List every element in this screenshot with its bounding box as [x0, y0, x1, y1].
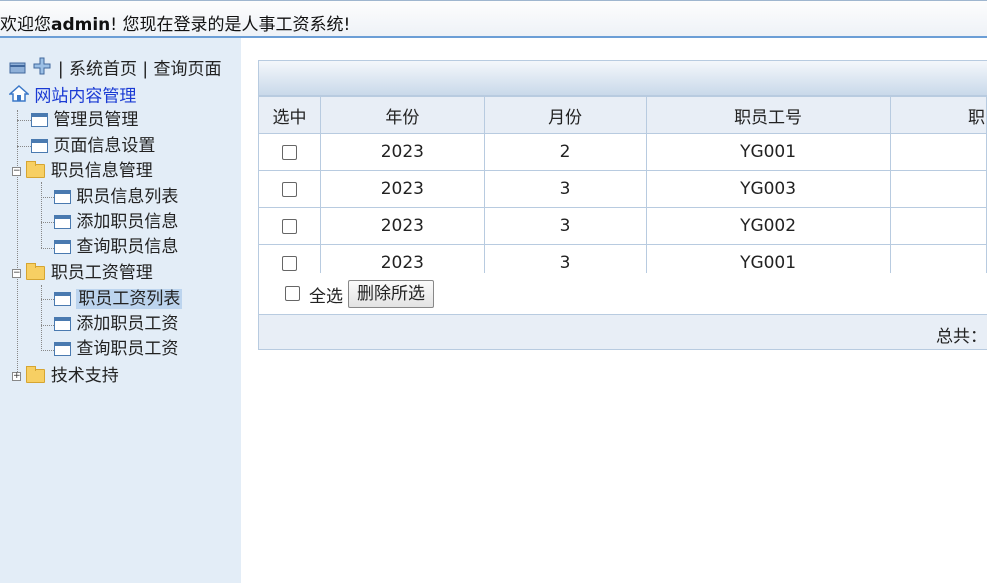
- home-link[interactable]: 系统首页: [69, 60, 137, 80]
- tree-root-label[interactable]: 网站内容管理: [34, 87, 136, 107]
- page-icon: [31, 139, 48, 153]
- sidebar-item-label[interactable]: 职员信息管理: [51, 161, 153, 181]
- cell-year: 2023: [320, 133, 485, 171]
- sidebar-item-label[interactable]: 页面信息设置: [53, 136, 155, 156]
- delete-selected-button[interactable]: 删除所选: [348, 280, 434, 308]
- sidebar-item-salary-list[interactable]: 职员工资列表: [54, 287, 183, 311]
- folder-icon: [26, 366, 46, 383]
- sidebar: | 系统首页 | 查询页面 网站内容管理 管理员管理 页面信息设置 − 职员信息…: [0, 38, 241, 583]
- sidebar-item-label[interactable]: 职员信息列表: [76, 187, 178, 207]
- sidebar-folder-employee-info[interactable]: − 职员信息管理: [12, 159, 153, 183]
- cell-month: 3: [483, 170, 647, 208]
- table-actions: 全选 删除所选: [258, 273, 987, 315]
- sidebar-item-label[interactable]: 查询职员工资: [76, 339, 178, 359]
- page-icon: [54, 317, 71, 331]
- sidebar-toolbar: | 系统首页 | 查询页面: [9, 57, 222, 81]
- collapse-icon[interactable]: −: [12, 166, 21, 176]
- page-icon: [54, 342, 71, 356]
- sidebar-item-add-employee[interactable]: 添加职员信息: [54, 210, 178, 234]
- tree-guide: [41, 248, 54, 249]
- sidebar-item-employee-list[interactable]: 职员信息列表: [54, 185, 178, 209]
- cell-year: 2023: [320, 170, 485, 208]
- sidebar-item-label[interactable]: 职员工资管理: [51, 263, 153, 283]
- col-name: 职: [889, 96, 987, 134]
- sidebar-item-label[interactable]: 添加职员信息: [76, 212, 178, 232]
- row-checkbox[interactable]: [282, 144, 298, 160]
- cell-year: 2023: [320, 207, 485, 245]
- grid-header-bar: [258, 60, 987, 96]
- sidebar-item-query-salary[interactable]: 查询职员工资: [54, 337, 178, 361]
- row-checkbox[interactable]: [282, 218, 298, 234]
- sidebar-item-label[interactable]: 技术支持: [51, 366, 119, 386]
- table-row: 2023 2 YG001: [257, 133, 987, 171]
- expand-icon[interactable]: +: [12, 371, 21, 381]
- page-icon: [54, 292, 71, 306]
- col-select: 选中: [257, 96, 322, 134]
- col-year: 年份: [320, 96, 485, 134]
- card-icon: [9, 58, 27, 82]
- folder-icon: [26, 161, 46, 178]
- tree-guide: [17, 146, 31, 147]
- select-all-checkbox[interactable]: [285, 286, 300, 301]
- cell-month: 2: [483, 133, 647, 171]
- tree-guide: [41, 285, 42, 351]
- total-count: 总共：: [936, 327, 987, 347]
- cell-employee-id: YG003: [645, 170, 891, 208]
- table-footer: 总共：: [258, 314, 987, 350]
- table-header-row: 选中 年份 月份 职员工号 职: [257, 96, 987, 134]
- welcome-message: 欢迎您admin! 您现在登录的是人事工资系统!: [0, 15, 351, 35]
- cell-name: [889, 170, 987, 208]
- sidebar-item-label[interactable]: 查询职员信息: [76, 237, 178, 257]
- nav-tree: | 系统首页 | 查询页面 网站内容管理 管理员管理 页面信息设置 − 职员信息…: [0, 38, 241, 583]
- tree-guide: [41, 222, 54, 223]
- sidebar-item-admin[interactable]: 管理员管理: [31, 108, 138, 132]
- sidebar-item-query-employee[interactable]: 查询职员信息: [54, 235, 178, 259]
- top-bar: 欢迎您admin! 您现在登录的是人事工资系统!: [0, 0, 987, 38]
- page-icon: [31, 113, 48, 127]
- page-icon: [54, 190, 71, 204]
- row-checkbox[interactable]: [282, 181, 298, 197]
- sidebar-item-page-settings[interactable]: 页面信息设置: [31, 134, 155, 158]
- col-month: 月份: [483, 96, 647, 134]
- tree-guide: [17, 120, 31, 121]
- sidebar-item-label[interactable]: 职员工资列表: [76, 289, 183, 309]
- cell-employee-id: YG001: [645, 133, 891, 171]
- collapse-icon[interactable]: −: [12, 268, 21, 278]
- cell-month: 3: [483, 207, 647, 245]
- house-icon: [8, 84, 30, 109]
- col-employee-id: 职员工号: [645, 96, 891, 134]
- tree-guide: [41, 197, 54, 198]
- row-checkbox[interactable]: [282, 255, 298, 271]
- sidebar-folder-tech-support[interactable]: + 技术支持: [12, 364, 119, 388]
- page-icon: [54, 240, 71, 254]
- cross-icon: [32, 57, 52, 82]
- tree-guide: [41, 182, 42, 248]
- sidebar-item-label[interactable]: 管理员管理: [53, 110, 138, 130]
- table-row: 2023 3 YG002: [257, 207, 987, 245]
- cell-name: [889, 207, 987, 245]
- tree-guide: [41, 350, 54, 351]
- select-all-label[interactable]: 全选: [309, 282, 343, 307]
- sidebar-folder-salary[interactable]: − 职员工资管理: [12, 261, 153, 285]
- cell-employee-id: YG002: [645, 207, 891, 245]
- tree-guide: [17, 110, 18, 380]
- salary-table: 选中 年份 月份 职员工号 职 2023 2 YG001 2023 3 YG00…: [257, 96, 987, 282]
- page-icon: [54, 215, 71, 229]
- cell-name: [889, 133, 987, 171]
- separator: |: [142, 59, 149, 80]
- sidebar-item-label[interactable]: 添加职员工资: [76, 314, 178, 334]
- separator: |: [57, 59, 64, 80]
- sidebar-item-add-salary[interactable]: 添加职员工资: [54, 312, 178, 336]
- tree-root[interactable]: 网站内容管理: [8, 84, 136, 109]
- table-row: 2023 3 YG003: [257, 170, 987, 208]
- tree-guide: [41, 299, 54, 300]
- query-page-link[interactable]: 查询页面: [154, 60, 222, 80]
- tree-guide: [41, 325, 54, 326]
- folder-icon: [26, 263, 46, 280]
